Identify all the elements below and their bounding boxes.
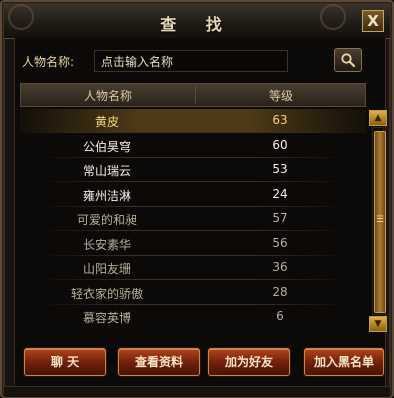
player-level: 36: [272, 260, 288, 274]
scroll-thumb[interactable]: ☰: [374, 131, 386, 313]
scroll-down-button[interactable]: ▼: [369, 316, 387, 332]
table-row[interactable]: 雍州洁淋 24: [20, 183, 366, 207]
player-name: 山阳友珊: [82, 262, 131, 276]
player-level: 6: [276, 309, 284, 323]
window-bottom-frame: [4, 386, 390, 397]
player-name: 常山瑞云: [82, 164, 131, 178]
search-input[interactable]: [94, 50, 288, 72]
scroll-track[interactable]: ☰: [372, 127, 386, 315]
player-name: 黄皮: [94, 115, 119, 129]
player-name: 公伯昊穹: [82, 139, 131, 154]
table-header: 人物名称 等级: [20, 83, 366, 107]
table-row[interactable]: 慕容英博 6: [20, 305, 366, 329]
magnifier-icon: [341, 53, 356, 68]
add-blacklist-button[interactable]: 加入黑名单: [304, 348, 384, 376]
player-name: 可爱的和昶: [76, 213, 137, 227]
player-name: 雍州洁淋: [82, 188, 131, 203]
player-name: 慕容英博: [82, 311, 131, 325]
player-level: 24: [272, 186, 288, 201]
list-scrollbar[interactable]: ▲ ☰ ▼: [369, 110, 387, 332]
player-level: 53: [272, 162, 288, 176]
scroll-up-button[interactable]: ▲: [369, 110, 387, 126]
search-button[interactable]: [334, 48, 362, 72]
search-row: 人物名称:: [22, 48, 372, 72]
find-player-window: 查 找 X 人物名称: 人物名称 等级 黄皮 63 公伯昊穹 60 常山瑞云: [0, 0, 394, 398]
column-header-level[interactable]: 等级: [195, 87, 367, 104]
player-name: 轻衣家的骄傲: [70, 286, 143, 301]
player-level: 28: [272, 284, 288, 299]
table-row[interactable]: 常山瑞云 53: [20, 158, 366, 182]
title-bar[interactable]: 查 找 X: [4, 4, 390, 39]
window-title: 查 找: [160, 15, 234, 34]
close-button[interactable]: X: [362, 10, 384, 32]
view-profile-button[interactable]: 查看资料: [118, 348, 200, 376]
table-row[interactable]: 公伯昊穹 60: [20, 134, 366, 158]
player-level: 57: [272, 211, 288, 225]
grip-icon: ☰: [375, 215, 385, 225]
table-row[interactable]: 可爱的和昶 57: [20, 207, 366, 231]
player-level: 56: [272, 235, 288, 250]
search-label: 人物名称:: [22, 55, 75, 69]
table-row[interactable]: 长安素华 56: [20, 232, 366, 256]
table-row[interactable]: 轻衣家的骄傲 28: [20, 281, 366, 305]
player-level: 60: [272, 137, 288, 152]
player-level: 63: [272, 113, 288, 127]
add-friend-button[interactable]: 加为好友: [208, 348, 290, 376]
table-row[interactable]: 黄皮 63: [20, 109, 366, 133]
table-row[interactable]: 山阳友珊 36: [20, 256, 366, 280]
player-list: 黄皮 63 公伯昊穹 60 常山瑞云 53 雍州洁淋 24 可爱的和昶 57 长…: [20, 109, 366, 335]
column-header-name[interactable]: 人物名称: [21, 87, 195, 104]
chat-button[interactable]: 聊 天: [24, 348, 106, 376]
action-buttons: 聊 天 查看资料 加为好友 加入黑名单: [2, 348, 394, 378]
player-name: 长安素华: [82, 237, 131, 252]
